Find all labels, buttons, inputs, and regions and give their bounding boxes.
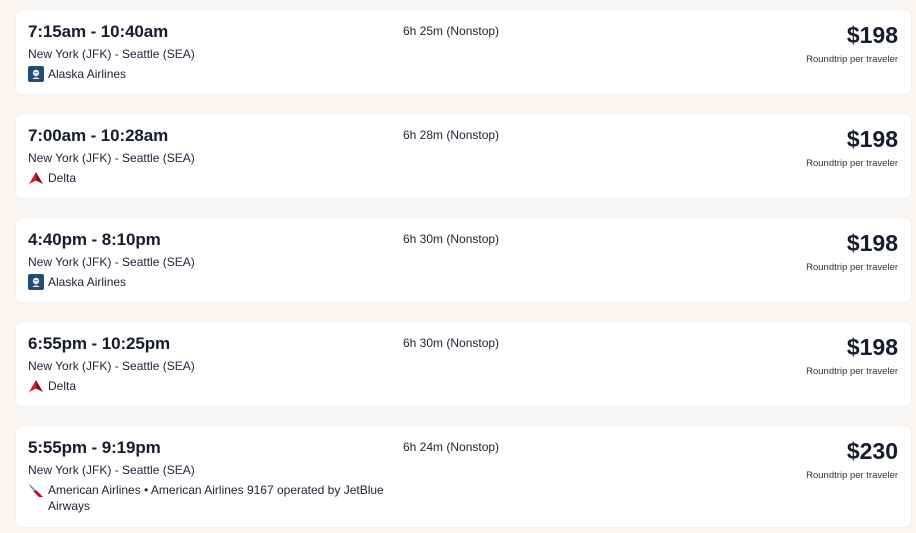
price-note: Roundtrip per traveler [806, 470, 898, 481]
delta-logo-icon [28, 170, 44, 186]
flight-result-card[interactable]: 7:00am - 10:28am New York (JFK) - Seattl… [16, 114, 911, 198]
alaska-airlines-logo-icon [28, 274, 44, 290]
airline-name: American Airlines • American Airlines 91… [48, 483, 384, 513]
airline-info: Alaska Airlines [28, 66, 418, 82]
flight-result-card[interactable]: 7:15am - 10:40am New York (JFK) - Seattl… [16, 10, 911, 94]
alaska-airlines-logo-icon [28, 66, 44, 82]
flight-price: $198 [846, 22, 898, 48]
flight-duration: 6h 25m (Nonstop) [403, 24, 500, 38]
flight-result-card[interactable]: 4:40pm - 8:10pm New York (JFK) - Seattle… [16, 218, 911, 302]
price-note: Roundtrip per traveler [806, 54, 898, 65]
flight-times: 7:15am - 10:40am [28, 22, 169, 41]
flight-route: New York (JFK) - Seattle (SEA) [28, 463, 195, 477]
flight-price: $198 [846, 334, 898, 360]
airline-name: Alaska Airlines [48, 67, 127, 81]
price-note: Roundtrip per traveler [806, 262, 898, 273]
airline-name: Delta [48, 379, 77, 393]
flight-route: New York (JFK) - Seattle (SEA) [28, 47, 195, 61]
flight-route: New York (JFK) - Seattle (SEA) [28, 151, 195, 165]
price-note: Roundtrip per traveler [806, 366, 898, 377]
delta-logo-icon [28, 378, 44, 394]
flight-duration: 6h 24m (Nonstop) [403, 440, 500, 454]
airline-info: Delta [28, 170, 418, 186]
flight-times: 6:55pm - 10:25pm [28, 334, 171, 353]
flight-times: 7:00am - 10:28am [28, 126, 169, 145]
flight-route: New York (JFK) - Seattle (SEA) [28, 255, 195, 269]
price-note: Roundtrip per traveler [806, 158, 898, 169]
flight-result-card[interactable]: 6:55pm - 10:25pm New York (JFK) - Seattl… [16, 322, 911, 406]
flight-times: 5:55pm - 9:19pm [28, 438, 161, 457]
flight-price: $198 [846, 230, 898, 256]
airline-name: Delta [48, 171, 77, 185]
flight-duration: 6h 30m (Nonstop) [403, 232, 500, 246]
flight-results-list: 7:15am - 10:40am New York (JFK) - Seattl… [16, 10, 911, 527]
flight-duration: 6h 28m (Nonstop) [403, 128, 500, 142]
flight-price: $198 [846, 126, 898, 152]
flight-price: $230 [846, 438, 898, 464]
flight-route: New York (JFK) - Seattle (SEA) [28, 359, 195, 373]
airline-info: Delta [28, 378, 418, 394]
american-airlines-logo-icon [28, 482, 44, 498]
airline-name: Alaska Airlines [48, 275, 127, 289]
flight-duration: 6h 30m (Nonstop) [403, 336, 500, 350]
airline-info: Alaska Airlines [28, 274, 418, 290]
airline-info: American Airlines • American Airlines 91… [28, 482, 418, 514]
flight-result-card[interactable]: 5:55pm - 9:19pm New York (JFK) - Seattle… [16, 426, 911, 527]
flight-times: 4:40pm - 8:10pm [28, 230, 161, 249]
